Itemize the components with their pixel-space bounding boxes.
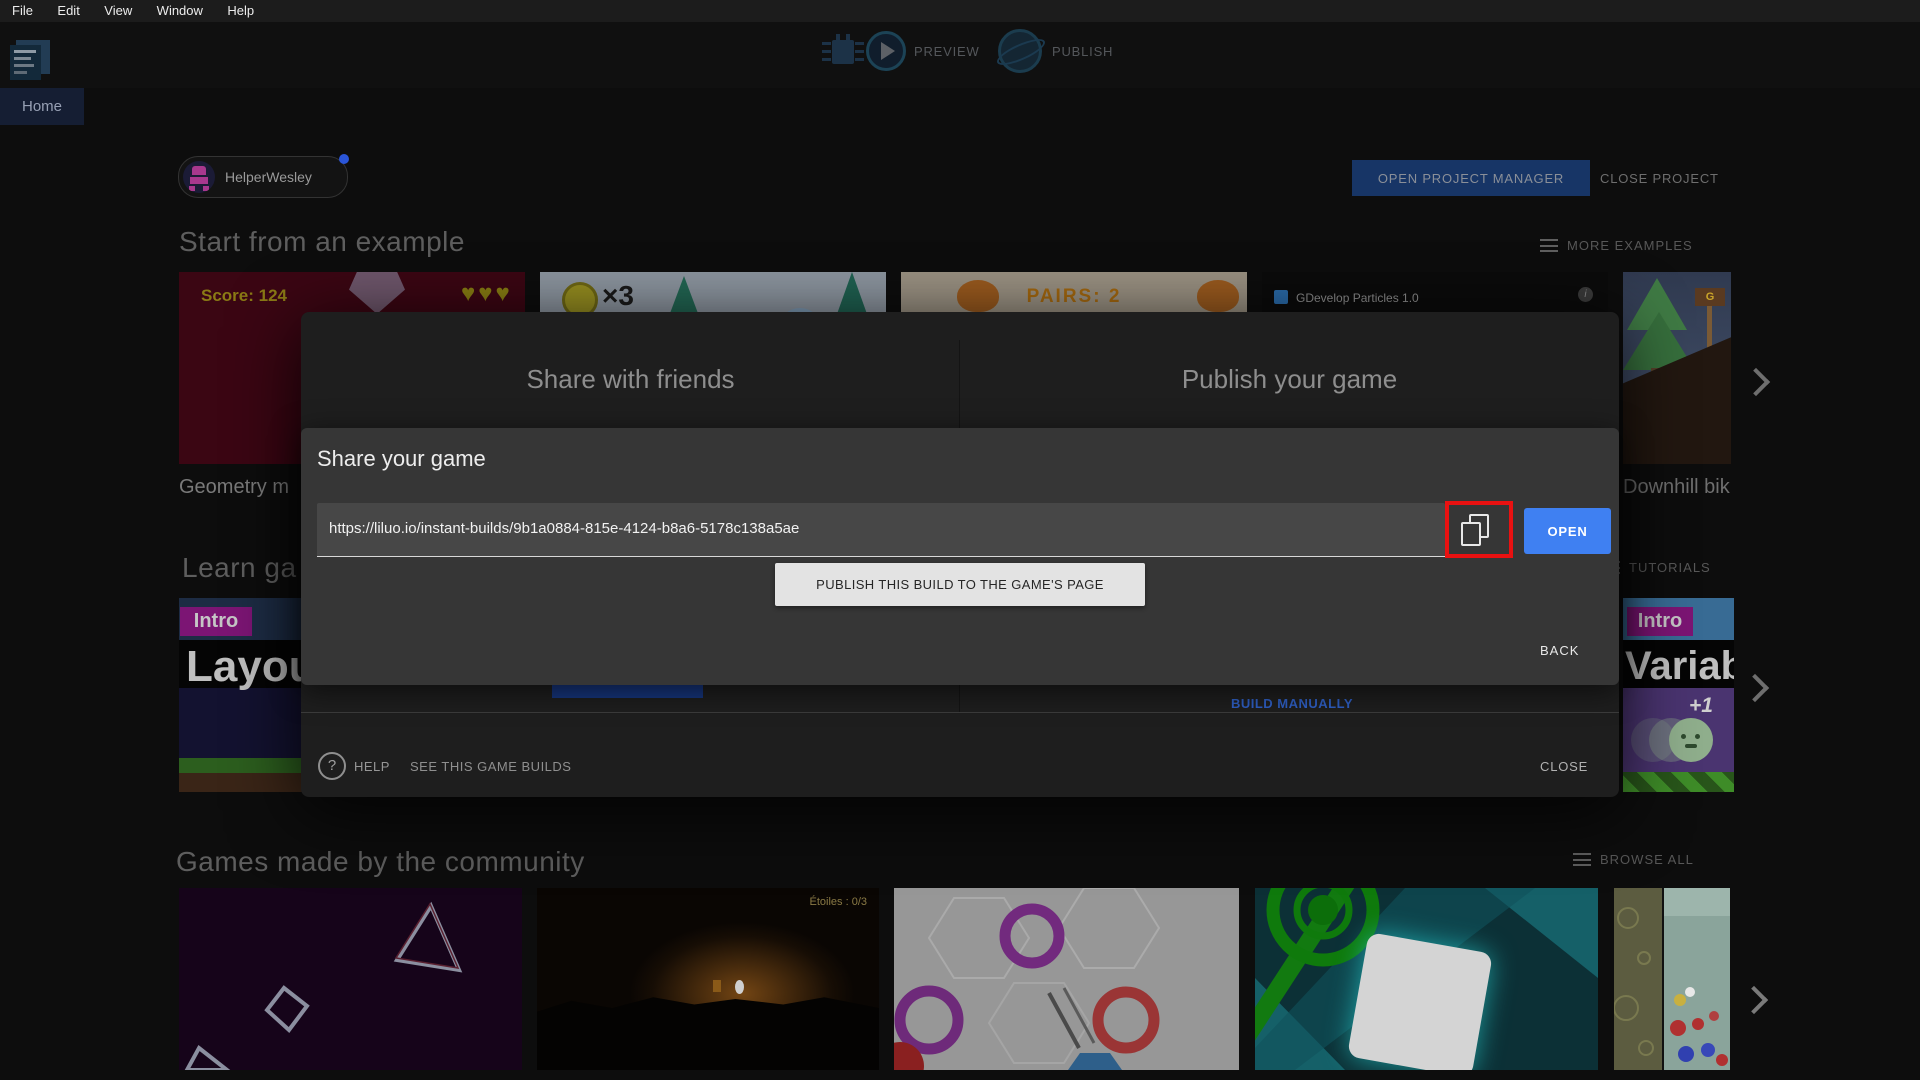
help-glyph: ? (327, 757, 337, 774)
community-card-molecules[interactable] (1614, 888, 1730, 1070)
menu-window[interactable]: Window (147, 0, 213, 21)
open-url-button[interactable]: OPEN (1524, 508, 1611, 554)
pentagon-shape (349, 272, 405, 314)
fish-right (1197, 280, 1239, 312)
tab-share-with-friends[interactable]: Share with friends (301, 364, 960, 395)
publish-build-label: PUBLISH THIS BUILD TO THE GAME'S PAGE (816, 577, 1104, 592)
menu-help[interactable]: Help (217, 0, 264, 21)
triangle-graphics (184, 901, 463, 1070)
list-icon (1540, 239, 1558, 252)
tab-share-label: Share with friends (526, 364, 735, 394)
gdevelop-logo (1274, 290, 1288, 304)
variables-word: Variab (1625, 644, 1734, 688)
menu-bar: File Edit View Window Help (0, 0, 1920, 22)
build-manually-link[interactable]: BUILD MANUALLY (1152, 695, 1432, 713)
see-builds-link[interactable]: SEE THIS GAME BUILDS (410, 759, 571, 774)
plus-one: +1 (1689, 694, 1713, 717)
help-link[interactable]: HELP (354, 759, 390, 774)
preview-button[interactable]: PREVIEW (866, 31, 996, 71)
particles-title: GDevelop Particles 1.0 (1296, 291, 1419, 305)
white-square (1347, 932, 1493, 1070)
copy-icon (1461, 514, 1489, 546)
play-icon (866, 31, 906, 71)
coin-multiplier: ×3 (602, 280, 634, 311)
example-card-downhill[interactable]: G (1623, 272, 1731, 464)
tab-publish-your-game[interactable]: Publish your game (960, 364, 1619, 395)
intro-badge: Intro (180, 607, 252, 636)
community-card-night[interactable]: Étoiles : 0/3 (537, 888, 879, 1070)
ghost-character (1669, 718, 1713, 762)
example-label-geometry: Geometry m (179, 476, 290, 498)
close-project-label: CLOSE PROJECT (1600, 170, 1719, 186)
zigzag-ground (1623, 772, 1734, 792)
community-card-shapes[interactable] (179, 888, 522, 1070)
copy-button[interactable] (1461, 514, 1489, 546)
score-text: Score: 124 (201, 286, 287, 305)
hexagon-graphics (894, 888, 1161, 1070)
community-title: Games made by the community (176, 846, 585, 877)
intro-badge: Intro (1627, 607, 1693, 636)
share-result-panel: Share your game https://liluo.io/instant… (301, 428, 1619, 685)
community-next-chevron[interactable] (1739, 985, 1769, 1015)
lantern (713, 980, 721, 992)
build-manually-label: BUILD MANUALLY (1230, 696, 1354, 711)
example-label-downhill: Downhill bik (1623, 476, 1730, 498)
menu-view[interactable]: View (94, 0, 142, 21)
menu-file[interactable]: File (2, 0, 43, 21)
open-project-manager-button[interactable]: OPEN PROJECT MANAGER (1352, 160, 1590, 196)
sign-flag: G (1695, 288, 1725, 306)
publish-button[interactable]: PUBLISH (993, 29, 1138, 73)
doc-front (10, 45, 41, 80)
molecule-graphics (1614, 888, 1730, 1070)
project-manager-icon[interactable] (10, 40, 52, 82)
stars-caption: Étoiles : 0/3 (809, 896, 867, 908)
generate-link-button-dimmed (552, 685, 703, 698)
close-dialog-button[interactable]: CLOSE (1540, 759, 1588, 774)
layout-word: Layou (186, 642, 316, 691)
tutorials-label: TUTORIALS (1629, 560, 1711, 575)
help-icon[interactable]: ? (318, 752, 346, 780)
tab-publish-label: Publish your game (1181, 364, 1398, 394)
learn-title: Learn ga (182, 552, 297, 583)
character (735, 980, 744, 994)
learn-next-chevron[interactable] (1740, 673, 1770, 703)
more-examples-label: MORE EXAMPLES (1567, 238, 1693, 253)
close-project-button[interactable]: CLOSE PROJECT (1600, 160, 1719, 196)
pairs-text: PAIRS: 2 (1026, 286, 1122, 307)
dialog-actions-divider (301, 712, 1619, 713)
back-button[interactable]: BACK (1540, 643, 1579, 658)
examples-title: Start from an example (179, 226, 465, 257)
browse-all-label: BROWSE ALL (1600, 852, 1694, 867)
publish-build-button[interactable]: PUBLISH THIS BUILD TO THE GAME'S PAGE (775, 563, 1145, 606)
notification-dot (339, 154, 349, 164)
community-card-teal[interactable] (1255, 888, 1598, 1070)
preview-label: PREVIEW (914, 43, 980, 59)
tab-home-label: Home (21, 98, 62, 115)
examples-next-chevron[interactable] (1741, 367, 1771, 397)
menu-edit[interactable]: Edit (47, 0, 89, 21)
more-examples-button[interactable]: MORE EXAMPLES (1540, 238, 1693, 253)
debug-icon[interactable] (822, 34, 864, 68)
community-card-hexagons[interactable] (894, 888, 1239, 1070)
share-url-value: https://liluo.io/instant-builds/9b1a0884… (329, 520, 800, 537)
learn-card-variables[interactable]: Intro Variab +1 (1623, 598, 1734, 792)
browse-all-button[interactable]: BROWSE ALL (1573, 852, 1694, 867)
username: HelperWesley (225, 169, 312, 185)
open-project-manager-label: OPEN PROJECT MANAGER (1377, 170, 1565, 186)
tab-home[interactable]: Home (0, 88, 84, 125)
share-url-field[interactable]: https://liluo.io/instant-builds/9b1a0884… (317, 503, 1445, 557)
avatar (183, 161, 215, 193)
publish-label: PUBLISH (1052, 43, 1114, 59)
open-url-label: OPEN (1547, 523, 1588, 539)
panel-title: Share your game (317, 446, 486, 471)
list-icon (1573, 853, 1591, 866)
info-icon: i (1578, 287, 1593, 302)
user-chip[interactable]: HelperWesley (178, 154, 349, 198)
hearts: ♥♥♥ (461, 280, 513, 307)
publish-globe-icon (993, 29, 1049, 73)
fish-left (957, 280, 999, 312)
